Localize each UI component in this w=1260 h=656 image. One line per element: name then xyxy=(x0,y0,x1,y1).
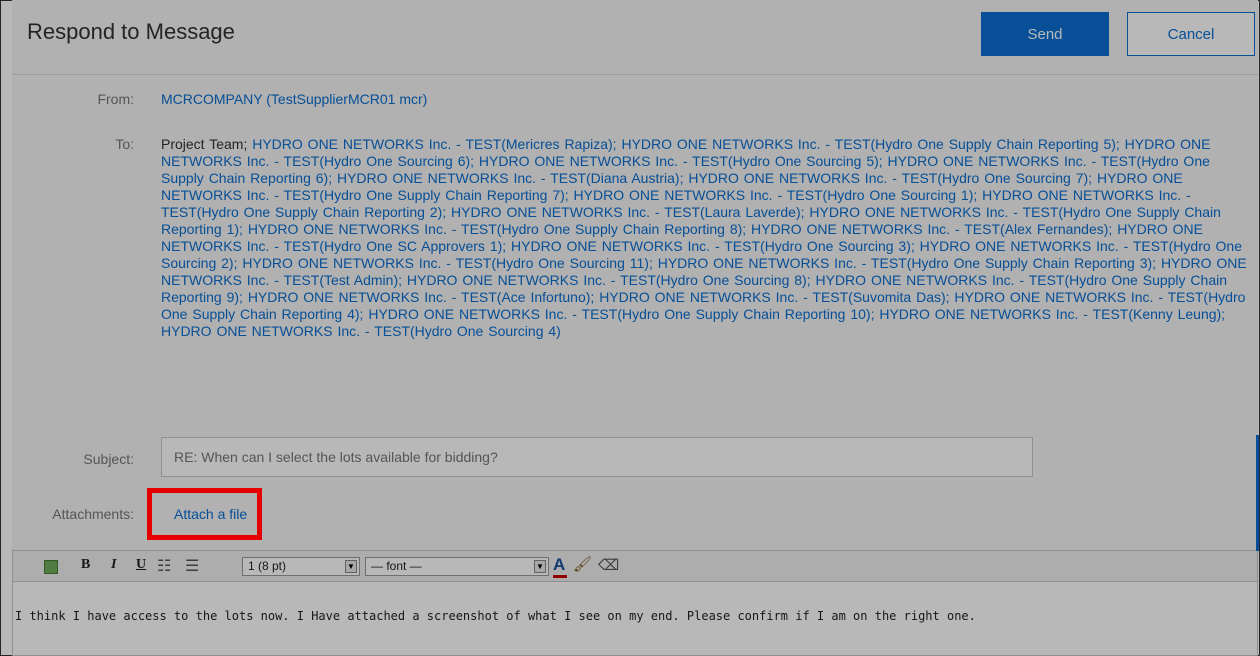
editor-toolbar: B I U ☷ ☰ 1 (8 pt) ▼ — font — ▼ A 🖌 ⌫ xyxy=(13,551,1257,582)
insert-image-icon[interactable] xyxy=(44,560,58,574)
ordered-list-icon[interactable]: ☷ xyxy=(157,556,171,576)
font-size-value: 1 (8 pt) xyxy=(248,559,287,573)
from-label: From: xyxy=(97,91,134,107)
to-recipient-list[interactable]: HYDRO ONE NETWORKS Inc. - TEST(Mericres … xyxy=(161,136,1247,339)
chevron-down-icon: ▼ xyxy=(534,560,546,573)
font-size-select[interactable]: 1 (8 pt) ▼ xyxy=(242,557,360,576)
from-value[interactable]: MCRCOMPANY (TestSupplierMCR01 mcr) xyxy=(161,91,427,107)
font-family-value: — font — xyxy=(371,559,422,573)
subject-label: Subject: xyxy=(83,451,134,467)
send-button[interactable]: Send xyxy=(981,12,1109,56)
cancel-button[interactable]: Cancel xyxy=(1127,12,1255,56)
dialog-title: Respond to Message xyxy=(27,19,235,44)
to-label: To: xyxy=(115,136,134,152)
subject-input[interactable]: RE: When can I select the lots available… xyxy=(161,437,1033,477)
attachments-label: Attachments: xyxy=(52,506,134,522)
italic-button[interactable]: I xyxy=(111,557,116,573)
message-body[interactable]: I think I have access to the lots now. I… xyxy=(15,609,976,623)
text-color-icon[interactable]: A xyxy=(553,555,568,578)
highlight-color-icon[interactable]: 🖌 xyxy=(573,555,592,573)
eraser-icon[interactable]: ⌫ xyxy=(598,556,619,574)
bold-button[interactable]: B xyxy=(81,557,90,573)
unordered-list-icon[interactable]: ☰ xyxy=(185,556,199,576)
font-family-select[interactable]: — font — ▼ xyxy=(365,557,549,576)
message-editor: B I U ☷ ☰ 1 (8 pt) ▼ — font — ▼ A 🖌 ⌫ I … xyxy=(12,550,1258,656)
to-recipients: Project Team; HYDRO ONE NETWORKS Inc. - … xyxy=(161,136,1251,340)
chevron-down-icon: ▼ xyxy=(345,560,357,573)
dialog-header: Respond to Message Send Cancel xyxy=(12,0,1258,75)
scrollbar-thumb[interactable] xyxy=(1256,435,1259,551)
highlight-box xyxy=(147,488,262,540)
respond-dialog: Respond to Message Send Cancel From: MCR… xyxy=(12,0,1258,656)
underline-button[interactable]: U xyxy=(136,557,146,573)
to-first-recipient: Project Team; xyxy=(161,136,248,152)
